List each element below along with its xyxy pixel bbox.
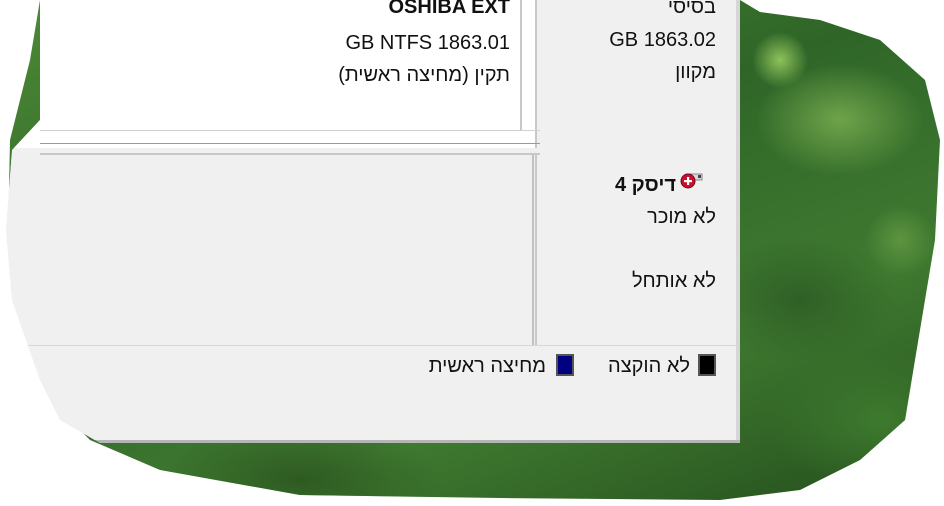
window-border xyxy=(736,0,740,440)
volume-status: תקין (מחיצה ראשית) xyxy=(338,64,510,86)
disk-management-window: OSHIBA EXT GB NTFS 1863.01 תקין (מחיצה ר… xyxy=(6,0,740,440)
legend-primary-swatch xyxy=(556,354,574,376)
volume-size: GB NTFS 1863.01 xyxy=(345,32,510,54)
disk3-size: GB 1863.02 xyxy=(609,29,716,51)
divider xyxy=(40,143,540,144)
divider xyxy=(40,130,540,131)
disk4-state: לא מוכר xyxy=(647,206,716,228)
status-area xyxy=(6,388,740,440)
volume-name: OSHIBA EXT xyxy=(388,0,511,18)
legend-primary-label: מחיצה ראשית xyxy=(428,355,546,377)
disk3-state: מקוון xyxy=(675,61,716,83)
disk3-header[interactable]: בסיסי GB 1863.02 מקוון xyxy=(535,0,740,148)
disk4-empty-area xyxy=(6,155,534,345)
legend-unallocated-label: לא הוקצה xyxy=(608,355,690,377)
disk4-title: דיסק 4 xyxy=(615,174,676,196)
disk4-header[interactable]: דיסק 4 לא מוכר לא אותחל xyxy=(535,155,740,345)
disk4-init: לא אותחל xyxy=(631,270,716,292)
disk3-type: בסיסי xyxy=(667,0,716,18)
legend-bar: לא הוקצה מחיצה ראשית xyxy=(6,345,740,389)
legend-unallocated-swatch xyxy=(698,354,716,376)
disk-error-icon xyxy=(680,172,704,190)
volume-block[interactable]: OSHIBA EXT GB NTFS 1863.01 תקין (מחיצה ר… xyxy=(260,0,522,130)
